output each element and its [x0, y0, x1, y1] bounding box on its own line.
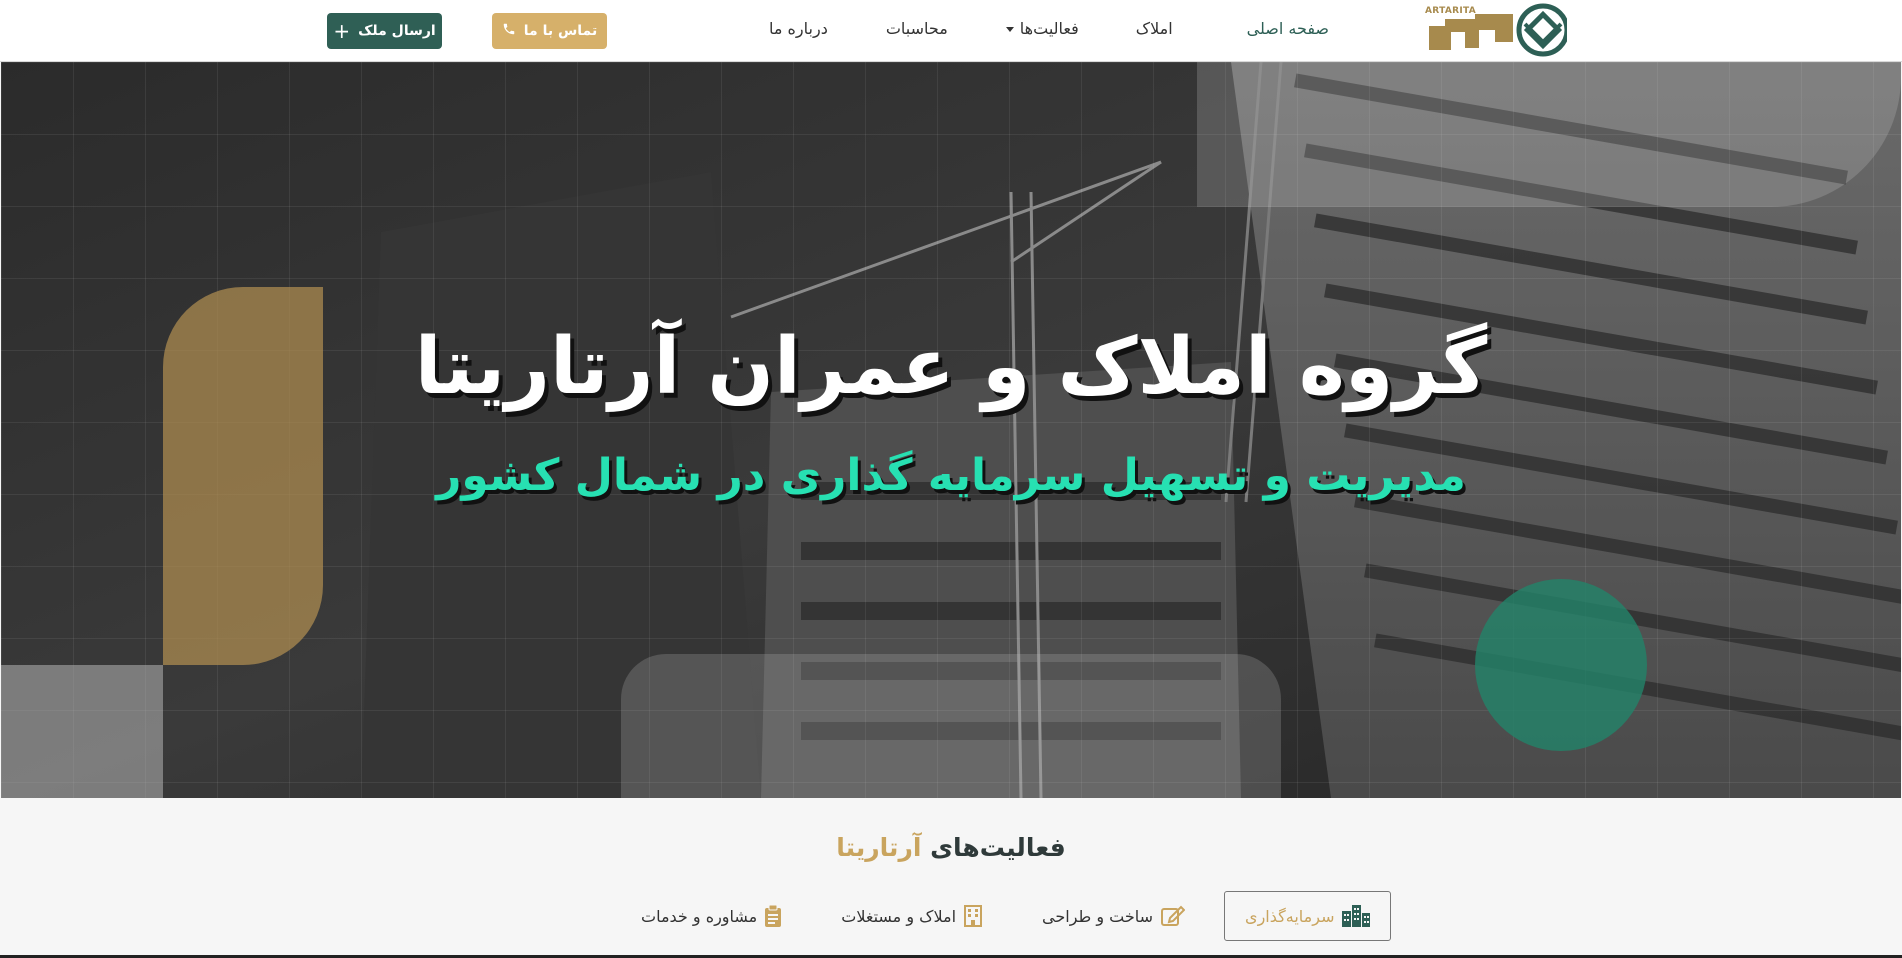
activities-section: فعالیت‌های آرتاریتا: [0, 798, 1902, 958]
tab-real-estate-label: املاک و مستغلات: [841, 906, 957, 926]
tab-construction-design-label: ساخت و طراحی: [1042, 906, 1154, 926]
main-navigation: صفحه اصلی املاک فعالیت‌ها محاسبات درباره…: [769, 19, 1329, 38]
send-property-button[interactable]: ارسال ملک +: [327, 13, 442, 49]
tab-investment[interactable]: سرمایه‌گذاری: [1224, 891, 1392, 941]
plus-icon: +: [333, 19, 351, 43]
send-property-label: ارسال ملک: [358, 23, 436, 39]
contact-button[interactable]: تماس با ما: [492, 13, 607, 49]
nav-properties-label: املاک: [1135, 19, 1173, 38]
nav-calculations[interactable]: محاسبات: [886, 19, 948, 38]
hero-title: گروه املاک و عمران آرتاریتا: [414, 322, 1489, 412]
nav-calculations-label: محاسبات: [885, 19, 948, 38]
contact-button-label: تماس با ما: [523, 23, 598, 39]
logo[interactable]: ARTARITA: [1425, 2, 1567, 59]
tab-consulting-services[interactable]: مشاوره و خدمات: [620, 891, 802, 941]
page: ARTARITA صفحه اصلی املاک فعالیت‌ها محاسب…: [0, 0, 1902, 958]
nav-about-label: درباره ما: [769, 19, 828, 38]
nav-home[interactable]: صفحه اصلی: [1247, 19, 1329, 38]
office-building-icon: [964, 905, 983, 927]
clipboard-icon: [765, 905, 782, 927]
decorative-shape: [1, 665, 163, 798]
activities-heading-prefix: فعالیت‌های: [930, 833, 1066, 862]
nav-properties[interactable]: املاک: [1136, 19, 1173, 38]
decorative-shape: [621, 654, 1281, 798]
hero-subtitle: مدیریت و تسهیل سرمایه گذاری در شمال کشور: [436, 450, 1466, 501]
activities-heading-brand: آرتاریتا: [836, 833, 922, 862]
top-navbar: ARTARITA صفحه اصلی املاک فعالیت‌ها محاسب…: [0, 0, 1902, 62]
tab-investment-label: سرمایه‌گذاری: [1245, 906, 1335, 926]
logo-wordmark: ARTARITA: [1425, 6, 1476, 16]
tab-construction-design[interactable]: ساخت و طراحی: [1021, 891, 1206, 941]
phone-icon: [502, 22, 516, 40]
activities-tabs: سرمایه‌گذاری ساخت و طراحی: [620, 891, 1392, 941]
tab-real-estate[interactable]: املاک و مستغلات: [820, 891, 1003, 941]
tab-consulting-services-label: مشاوره و خدمات: [641, 906, 758, 926]
edit-icon: [1161, 905, 1186, 927]
nav-activities-label: فعالیت‌ها: [1019, 19, 1079, 38]
hero-section: گروه املاک و عمران آرتاریتا مدیریت و تسه…: [1, 62, 1901, 798]
activities-heading: فعالیت‌های آرتاریتا: [0, 833, 1902, 862]
nav-activities[interactable]: فعالیت‌ها: [1005, 19, 1079, 38]
nav-home-label: صفحه اصلی: [1246, 19, 1329, 38]
nav-about[interactable]: درباره ما: [769, 19, 828, 38]
decorative-green-circle: [1475, 579, 1647, 751]
chevron-down-icon: [1005, 27, 1014, 32]
decorative-shape: [1197, 62, 1901, 207]
building-icon: [1342, 905, 1371, 927]
